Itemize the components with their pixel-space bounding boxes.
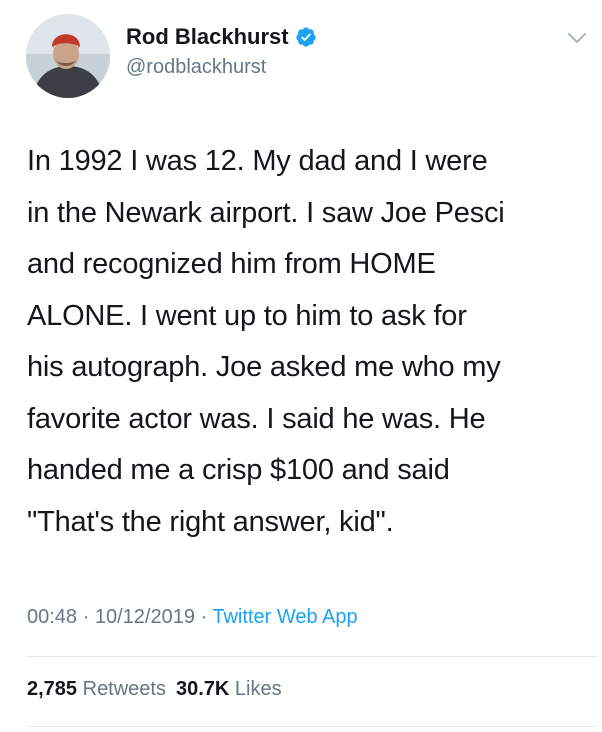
avatar[interactable] — [26, 14, 110, 98]
user-info: Rod Blackhurst @rodblackhurst — [126, 22, 317, 79]
meta-separator: · — [77, 606, 95, 628]
verified-badge-icon — [295, 27, 316, 47]
tweet-text-line: In 1992 I was 12. My dad and I were — [27, 145, 488, 177]
user-handle[interactable]: @rodblackhurst — [126, 56, 317, 79]
tweet-meta: 00:48 · 10/12/2019 · Twitter Web App — [27, 606, 358, 629]
tweet-text-line: "That's the right answer, kid". — [27, 505, 394, 538]
tweet-text-line: and recognized him from HOME — [27, 248, 436, 280]
tweet-text-line: ALONE. I went up to him to ask for — [27, 299, 467, 332]
tweet-text-line: favorite actor was. I said he was. He — [27, 402, 486, 435]
retweets-count: 2,785 — [27, 678, 78, 700]
likes-stat[interactable]: 30.7K Likes — [176, 678, 282, 700]
display-name[interactable]: Rod Blackhurst — [126, 24, 289, 50]
tweet-text: In 1992 I was 12. My dad and I were in t… — [27, 136, 597, 548]
tweet-text-line: in the Newark airport. I saw Joe Pesci — [27, 196, 505, 229]
meta-separator: · — [194, 606, 213, 628]
chevron-down-icon[interactable] — [565, 26, 589, 50]
retweets-label: Retweets — [77, 678, 166, 700]
divider — [27, 726, 597, 727]
retweets-stat[interactable]: 2,785 Retweets — [27, 678, 166, 700]
tweet-text-line: his autograph. Joe asked me who my — [27, 351, 501, 383]
tweet-text-line: handed me a crisp $100 and said — [27, 454, 450, 486]
divider — [27, 656, 597, 657]
tweet-source-link[interactable]: Twitter Web App — [212, 606, 357, 628]
tweet-date[interactable]: 10/12/2019 — [95, 606, 195, 628]
tweet-time[interactable]: 00:48 — [27, 606, 77, 628]
tweet-card: Rod Blackhurst @rodblackhurst In 1992 I … — [0, 0, 602, 732]
likes-count: 30.7K — [176, 678, 230, 700]
name-row: Rod Blackhurst — [126, 22, 317, 52]
likes-label: Likes — [229, 678, 282, 700]
tweet-stats: 2,785 Retweets 30.7K Likes — [27, 678, 282, 701]
avatar-photo — [26, 14, 110, 98]
